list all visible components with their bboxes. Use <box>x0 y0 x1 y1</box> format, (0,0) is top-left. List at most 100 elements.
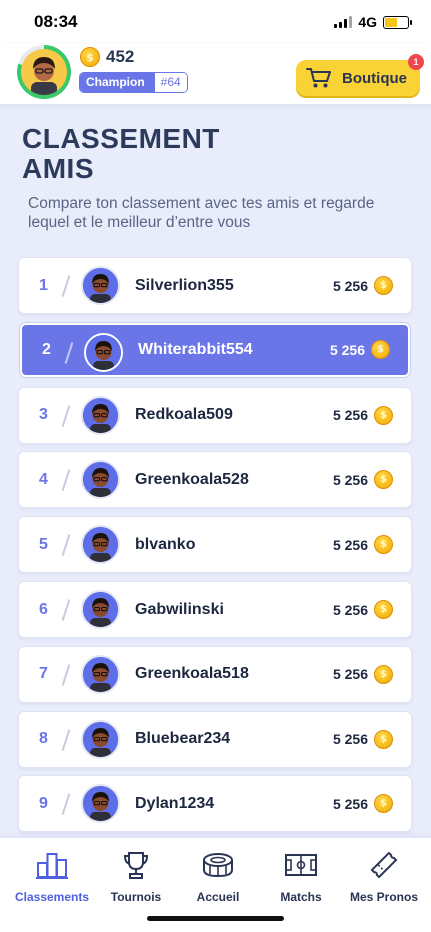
player-name: Gabwilinski <box>135 600 224 618</box>
coin-icon <box>374 470 393 490</box>
player-score: 5 256 <box>333 452 393 507</box>
rank-label: Champion <box>80 73 155 92</box>
avatar <box>21 49 67 95</box>
divider <box>61 534 70 556</box>
nav-label: Tournois <box>110 890 162 904</box>
player-avatar <box>81 654 120 694</box>
signal-icon <box>334 16 353 28</box>
status-time: 08:34 <box>34 12 78 31</box>
player-avatar <box>81 266 120 305</box>
divider <box>61 664 70 686</box>
player-name: Silverlion355 <box>135 276 234 294</box>
nav-mes-pronos[interactable]: Mes Pronos <box>341 850 427 904</box>
leaderboard-row[interactable]: 8 Bluebear234 5 256 <box>18 710 412 768</box>
nav-label: Mes Pronos <box>349 890 418 904</box>
coin-balance: 452 <box>80 47 134 67</box>
coin-icon <box>80 47 100 67</box>
player-score: 5 256 <box>333 517 393 572</box>
divider <box>61 793 70 816</box>
coin-icon <box>374 729 393 749</box>
coin-icon <box>374 794 393 814</box>
player-avatar <box>81 719 120 759</box>
player-score: 5 256 <box>333 647 393 702</box>
player-name: Redkoala509 <box>135 406 233 424</box>
avatar-character-icon <box>31 57 57 95</box>
player-avatar <box>81 590 120 629</box>
page-title: CLASSEMENT AMIS <box>22 123 220 184</box>
player-score: 5 256 <box>330 325 390 375</box>
player-name: Greenkoala528 <box>135 470 249 488</box>
nav-accueil[interactable]: Accueil <box>175 850 261 904</box>
cart-icon <box>306 68 331 88</box>
row-rank: 4 <box>39 470 48 488</box>
score-value: 5 256 <box>332 731 368 748</box>
leaderboard-row[interactable]: 3 Redkoala509 5 256 <box>18 386 412 444</box>
player-name: Dylan1234 <box>135 794 215 812</box>
leaderboard-row[interactable]: 7 Greenkoala518 5 256 <box>18 645 412 703</box>
stadium-icon <box>201 850 235 884</box>
nav-matchs[interactable]: Matchs <box>258 850 344 904</box>
score-value: 5 256 <box>332 407 368 424</box>
row-rank: 1 <box>39 276 48 294</box>
divider <box>61 728 70 751</box>
network-type: 4G <box>358 14 377 30</box>
row-rank: 5 <box>39 535 48 553</box>
leaderboard-row[interactable]: 5 blvanko 5 256 <box>18 516 412 574</box>
leaderboard-row[interactable]: 9 Dylan1234 5 256 <box>18 775 412 833</box>
row-rank: 3 <box>39 406 48 424</box>
score-value: 5 256 <box>332 666 368 683</box>
player-name: Whiterabbit554 <box>138 340 253 358</box>
divider <box>61 469 70 492</box>
status-indicators: 4G <box>334 14 412 30</box>
player-score: 5 256 <box>333 388 393 443</box>
coin-icon <box>374 535 393 555</box>
leaderboard-row[interactable]: 1 Silverlion355 5 256 <box>18 257 412 314</box>
profile-avatar[interactable] <box>17 45 71 99</box>
player-avatar <box>81 395 120 435</box>
player-score: 5 256 <box>333 582 393 637</box>
home-indicator <box>147 916 284 921</box>
shop-button[interactable]: Boutique 1 <box>296 54 424 96</box>
divider <box>64 342 73 364</box>
player-avatar <box>81 525 120 565</box>
nav-label: Matchs <box>280 890 322 904</box>
battery-level <box>385 17 398 27</box>
rank-badge: Champion #64 <box>79 72 188 93</box>
player-name: Greenkoala518 <box>135 665 249 683</box>
coin-icon <box>371 340 390 360</box>
leaderboard-row[interactable]: 2 Whiterabbit554 5 256 <box>20 322 410 377</box>
rank-number: #64 <box>154 73 187 92</box>
score-value: 5 256 <box>332 601 368 618</box>
score-value: 5 256 <box>332 536 368 553</box>
page-subtitle: Compare ton classement avec tes amis et … <box>28 195 375 231</box>
row-rank: 2 <box>42 340 51 358</box>
nav-classements[interactable]: Classements <box>9 850 95 904</box>
status-bar: 08:34 4G <box>0 0 431 44</box>
coin-balance-value: 452 <box>106 47 135 66</box>
podium-icon <box>35 850 69 884</box>
score-value: 5 256 <box>332 471 368 488</box>
leaderboard-row[interactable]: 6 Gabwilinski 5 256 <box>18 581 412 638</box>
coin-icon <box>374 600 393 619</box>
nav-tournois[interactable]: Tournois <box>93 850 179 904</box>
divider <box>61 599 70 621</box>
app-header: 452 Champion #64 Boutique 1 <box>0 44 431 104</box>
notification-badge: 1 <box>408 54 424 70</box>
nav-label: Classements <box>14 890 90 904</box>
player-score: 5 256 <box>333 712 393 767</box>
leaderboard-row[interactable]: 4 Greenkoala528 5 256 <box>18 451 412 509</box>
player-avatar <box>81 460 120 500</box>
row-rank: 9 <box>39 794 48 812</box>
ticket-icon <box>369 850 399 884</box>
divider <box>61 404 70 427</box>
battery-icon <box>383 15 412 29</box>
shop-button-label: Boutique <box>342 69 407 87</box>
nav-label: Accueil <box>196 890 240 904</box>
player-avatar <box>81 784 120 824</box>
row-rank: 6 <box>39 600 48 618</box>
row-rank: 8 <box>39 730 48 748</box>
divider <box>61 275 70 297</box>
row-rank: 7 <box>39 665 48 683</box>
score-value: 5 256 <box>332 795 368 812</box>
coin-icon <box>374 405 393 425</box>
